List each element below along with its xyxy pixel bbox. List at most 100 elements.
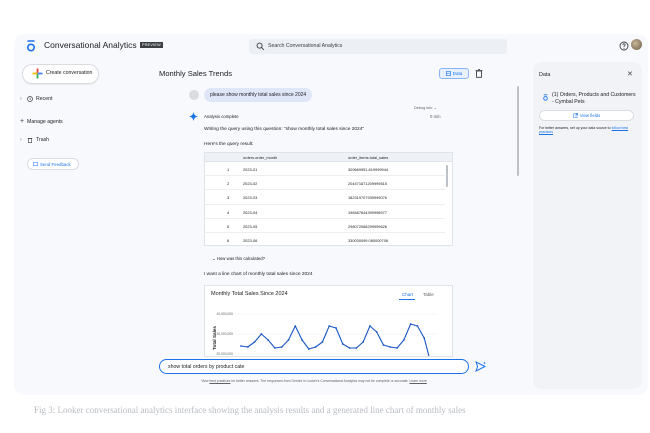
table-scrollbar[interactable] bbox=[446, 165, 448, 187]
table-row: 6 2023-06 330030099.080000706 bbox=[205, 233, 445, 245]
table-row: 2 2023-02 204471871209999815 bbox=[205, 176, 445, 191]
view-fields-label: View fields bbox=[579, 113, 601, 118]
cell-month: 2023-03 bbox=[243, 195, 258, 201]
data-point[interactable] bbox=[375, 331, 378, 333]
data-point[interactable] bbox=[335, 327, 337, 329]
cell-month: 2023-02 bbox=[243, 181, 258, 187]
how-calculated-toggle[interactable]: ⌄ How was this calculated? bbox=[212, 256, 265, 262]
data-point[interactable] bbox=[396, 347, 398, 349]
data-point[interactable] bbox=[260, 333, 263, 335]
data-point[interactable] bbox=[369, 325, 371, 327]
prompt-input[interactable] bbox=[168, 363, 458, 371]
data-point[interactable] bbox=[362, 341, 365, 343]
data-point[interactable] bbox=[402, 339, 405, 341]
table-row: 4 2023-04 198487644399998977 bbox=[205, 205, 445, 219]
data-source-label[interactable]: (1) Orders, Products and Customers - Cym… bbox=[552, 92, 636, 105]
preview-badge: PREVIEW bbox=[140, 42, 163, 48]
cell-month: 2023-01 bbox=[243, 167, 258, 172]
data-point[interactable] bbox=[355, 347, 358, 349]
y-tick-label: 20,000,000 bbox=[216, 352, 233, 356]
sidebar-item-recent[interactable]: › Recent bbox=[20, 96, 52, 102]
search-placeholder: Search Conversational Analytics bbox=[268, 42, 343, 49]
data-point[interactable] bbox=[274, 347, 276, 349]
data-point[interactable] bbox=[416, 325, 419, 327]
best-practices-link[interactable]: best practices bbox=[209, 379, 230, 383]
data-point[interactable] bbox=[423, 337, 426, 339]
chevron-down-icon: ⌄ bbox=[212, 256, 216, 261]
table-header: orders.order_month order_items.total_sal… bbox=[205, 153, 452, 162]
create-conversation-button[interactable]: Create conversation bbox=[23, 65, 98, 83]
conversation-title: Monthly Sales Trends bbox=[159, 69, 233, 78]
debug-info-toggle[interactable]: Debug info ⌄ bbox=[414, 105, 437, 110]
trash-icon bbox=[27, 138, 33, 143]
send-feedback-button[interactable]: Send Feedback bbox=[27, 158, 79, 170]
data-point[interactable] bbox=[267, 339, 270, 341]
feedback-icon bbox=[33, 161, 38, 166]
chart-card: Monthly Total Sales Since 2024 Chart Tab… bbox=[204, 285, 453, 357]
analysis-status: Analysis complete bbox=[204, 114, 239, 119]
conversation-scrollbar[interactable] bbox=[517, 86, 519, 176]
sidebar-item-label: Trash bbox=[36, 137, 50, 143]
data-point[interactable] bbox=[321, 341, 324, 343]
send-feedback-label: Send Feedback bbox=[40, 161, 71, 167]
close-icon[interactable]: ✕ bbox=[627, 70, 633, 78]
search-bar[interactable]: Search Conversational Analytics bbox=[249, 39, 507, 54]
data-panel: Data ✕ (1) Orders, Products and Customer… bbox=[533, 62, 642, 389]
row-index: 2 bbox=[227, 181, 230, 187]
create-conversation-label: Create conversation bbox=[46, 70, 93, 76]
how-calculated-label: How was this calculated? bbox=[216, 256, 266, 261]
y-axis-label: Total Sales bbox=[212, 326, 217, 350]
learn-more-link[interactable]: Learn more bbox=[409, 379, 426, 383]
sidebar-item-trash[interactable]: › Trash bbox=[20, 137, 49, 143]
cell-sales: 330030099.080000706 bbox=[348, 238, 389, 243]
data-point[interactable] bbox=[280, 346, 283, 348]
prompt-box[interactable] bbox=[159, 359, 469, 374]
data-panel-note: For better answers, set up your data sou… bbox=[539, 126, 639, 134]
user-avatar[interactable] bbox=[631, 39, 642, 50]
help-icon[interactable] bbox=[619, 41, 629, 51]
data-button[interactable]: Data bbox=[439, 68, 469, 79]
data-point[interactable] bbox=[294, 325, 297, 327]
gemini-spark-icon bbox=[189, 112, 198, 121]
cell-sales: 298072068299999626 bbox=[348, 223, 387, 229]
result-intro-text: Here's the query result: bbox=[204, 142, 254, 147]
cell-sales: 198487644399998977 bbox=[348, 209, 387, 215]
figure-caption: Fig 3: Looker conversational analytics i… bbox=[34, 405, 466, 415]
row-index: 5 bbox=[227, 223, 230, 229]
open-external-icon bbox=[572, 113, 578, 118]
app-window: Conversational Analytics PREVIEW Search … bbox=[14, 34, 648, 395]
send-icon[interactable] bbox=[475, 361, 487, 372]
data-point[interactable] bbox=[314, 346, 317, 348]
data-source-icon bbox=[543, 94, 548, 101]
data-button-label: Data bbox=[452, 71, 463, 76]
sidebar-item-label: Manage agents bbox=[27, 118, 63, 125]
data-point[interactable] bbox=[287, 339, 290, 341]
data-point[interactable] bbox=[341, 343, 344, 345]
search-icon bbox=[256, 42, 265, 51]
data-point[interactable] bbox=[409, 323, 412, 325]
data-point[interactable] bbox=[246, 346, 249, 348]
disclaimer-text: View best practices for better answers. … bbox=[159, 379, 469, 383]
app-title: Conversational Analytics bbox=[44, 40, 137, 50]
data-point[interactable] bbox=[348, 347, 351, 349]
data-point[interactable] bbox=[301, 339, 303, 341]
data-point[interactable] bbox=[307, 348, 310, 350]
query-result-table: orders.order_month order_items.total_sal… bbox=[204, 152, 453, 246]
y-tick-label: 30,000,000 bbox=[216, 332, 233, 336]
cell-sales: 182319707939999076 bbox=[348, 195, 387, 201]
data-point[interactable] bbox=[240, 345, 242, 347]
data-point[interactable] bbox=[328, 325, 331, 327]
cell-month: 2023-04 bbox=[243, 209, 258, 215]
view-fields-button[interactable]: View fields bbox=[539, 110, 634, 121]
debug-info-label: Debug info bbox=[414, 106, 433, 110]
data-point[interactable] bbox=[253, 341, 256, 343]
column-header: orders.order_month bbox=[243, 155, 278, 160]
chevron-down-icon: ⌄ bbox=[433, 106, 437, 110]
delete-conversation-icon[interactable] bbox=[475, 69, 483, 78]
analysis-time: 0 min bbox=[430, 114, 441, 119]
data-point[interactable] bbox=[389, 346, 392, 348]
sidebar-item-manage-agents[interactable]: + Manage agents bbox=[20, 118, 63, 125]
chevron-right-icon: › bbox=[20, 96, 22, 102]
user-message-avatar bbox=[189, 90, 199, 100]
data-point[interactable] bbox=[382, 344, 385, 346]
